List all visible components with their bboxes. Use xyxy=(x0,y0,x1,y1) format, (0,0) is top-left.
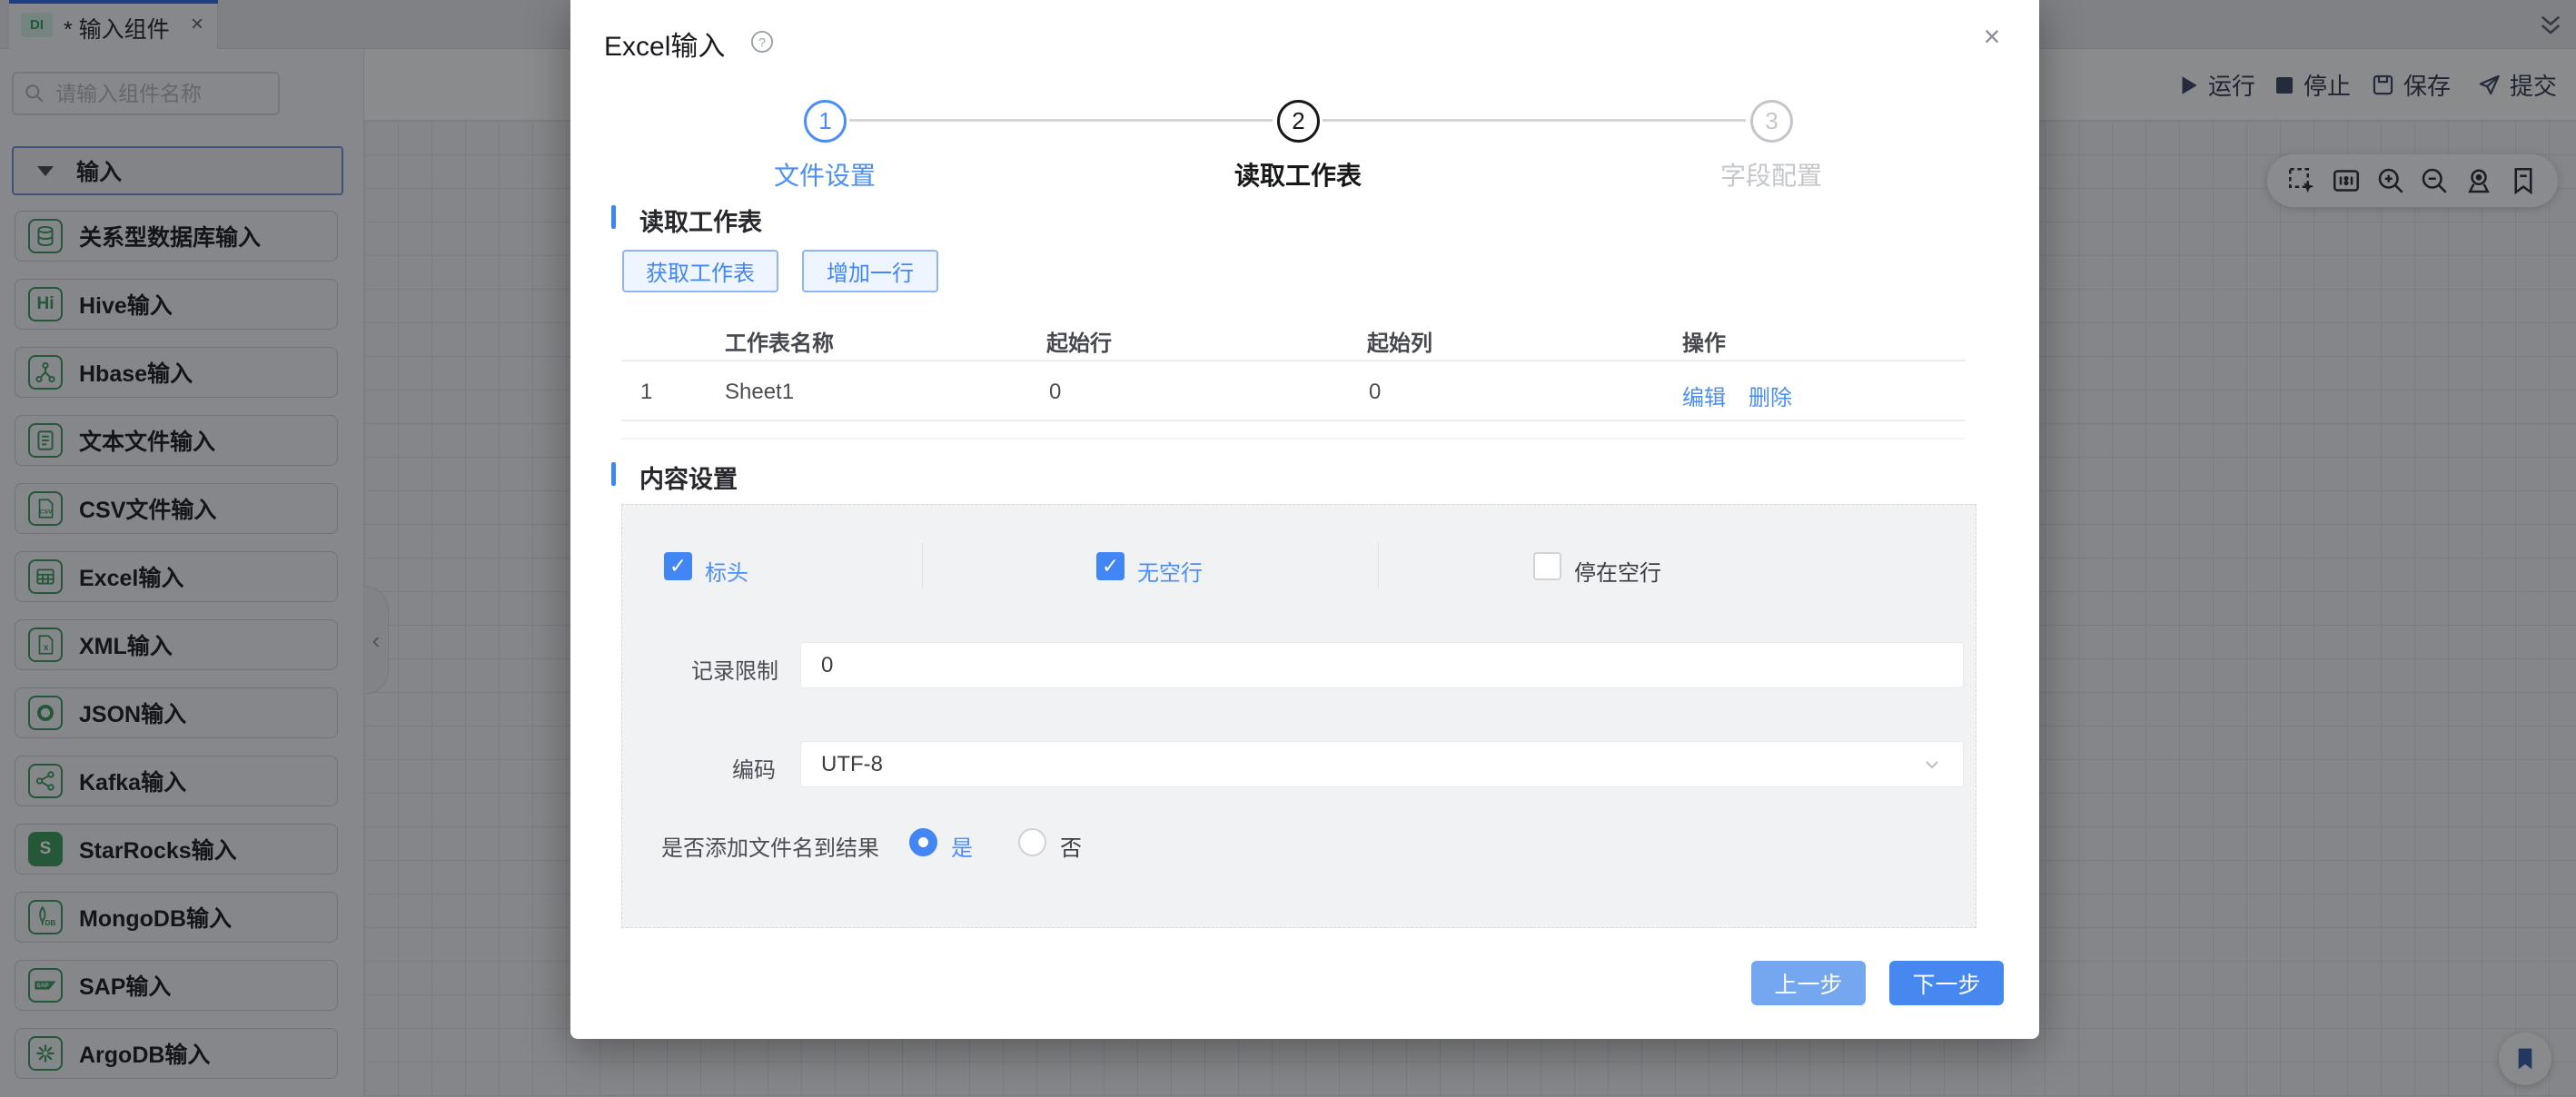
section-bar xyxy=(611,462,616,486)
row-start-col: 0 xyxy=(1369,380,1381,405)
add-row-button[interactable]: 增加一行 xyxy=(802,250,938,292)
modal-close-icon[interactable]: × xyxy=(1974,20,2010,56)
step-1-circle[interactable]: 1 xyxy=(804,100,847,143)
prev-step-button[interactable]: 上一步 xyxy=(1751,961,1866,1005)
col-header-start-row: 起始行 xyxy=(1046,325,1112,357)
add-filename-yes-label[interactable]: 是 xyxy=(951,830,973,862)
row-sheet-name: Sheet1 xyxy=(725,380,794,405)
add-filename-yes-radio[interactable] xyxy=(909,828,937,856)
add-filename-no-label[interactable]: 否 xyxy=(1060,830,1082,862)
record-limit-label: 记录限制 xyxy=(691,653,778,685)
chevron-down-icon xyxy=(1921,754,1943,776)
step-3-circle[interactable]: 3 xyxy=(1750,100,1793,143)
excel-input-modal: Excel输入 ? × 1 2 3 文件设置 读取工作表 字段配置 读取工作表 … xyxy=(570,0,2039,1039)
row-edit-link[interactable]: 编辑 xyxy=(1682,380,1726,411)
header-checkbox-label[interactable]: 标头 xyxy=(705,555,748,587)
no-empty-row-checkbox[interactable]: ✓ xyxy=(1096,552,1125,580)
check-icon: ✓ xyxy=(669,554,687,578)
encoding-select[interactable]: UTF-8 xyxy=(800,741,1964,787)
header-checkbox[interactable]: ✓ xyxy=(664,552,692,580)
col-header-start-col: 起始列 xyxy=(1367,325,1432,357)
table-divider xyxy=(621,420,1966,421)
sheet-section-heading: 读取工作表 xyxy=(639,203,762,238)
step-connector-1 xyxy=(849,119,1273,122)
divider xyxy=(1378,543,1379,588)
section-bar xyxy=(611,205,616,229)
stop-at-empty-checkbox[interactable] xyxy=(1533,552,1561,580)
modal-title: Excel输入 xyxy=(604,24,725,64)
no-empty-row-checkbox-label[interactable]: 无空行 xyxy=(1137,555,1203,587)
step-2-label[interactable]: 读取工作表 xyxy=(1189,156,1407,193)
check-icon: ✓ xyxy=(1102,554,1119,578)
content-settings-panel: ✓ 标头 ✓ 无空行 停在空行 记录限制 编码 UTF-8 是否添加文件名到结果… xyxy=(621,504,1977,928)
add-filename-label: 是否添加文件名到结果 xyxy=(661,830,879,862)
stop-at-empty-checkbox-label[interactable]: 停在空行 xyxy=(1574,555,1661,587)
app-root: DI * 输入组件 × 运行 停止 保存 提交 xyxy=(0,0,2576,1097)
row-index: 1 xyxy=(640,380,652,405)
encoding-label: 编码 xyxy=(732,752,776,784)
row-delete-link[interactable]: 删除 xyxy=(1749,380,1792,411)
col-header-actions: 操作 xyxy=(1682,325,1726,357)
divider xyxy=(922,543,923,588)
svg-text:?: ? xyxy=(758,35,766,49)
record-limit-input[interactable] xyxy=(800,642,1964,688)
table-divider xyxy=(621,438,1966,440)
step-3-label[interactable]: 字段配置 xyxy=(1662,156,1880,193)
step-connector-2 xyxy=(1323,119,1746,122)
step-2-circle[interactable]: 2 xyxy=(1277,100,1320,143)
table-divider xyxy=(621,360,1966,361)
row-start-row: 0 xyxy=(1049,380,1061,405)
content-section-heading: 内容设置 xyxy=(639,460,738,495)
help-icon[interactable]: ? xyxy=(749,29,775,54)
add-filename-no-radio[interactable] xyxy=(1018,828,1046,856)
fetch-sheets-button[interactable]: 获取工作表 xyxy=(622,250,778,292)
col-header-sheet-name: 工作表名称 xyxy=(725,325,834,357)
step-1-label[interactable]: 文件设置 xyxy=(716,156,934,193)
next-step-button[interactable]: 下一步 xyxy=(1889,961,2004,1005)
